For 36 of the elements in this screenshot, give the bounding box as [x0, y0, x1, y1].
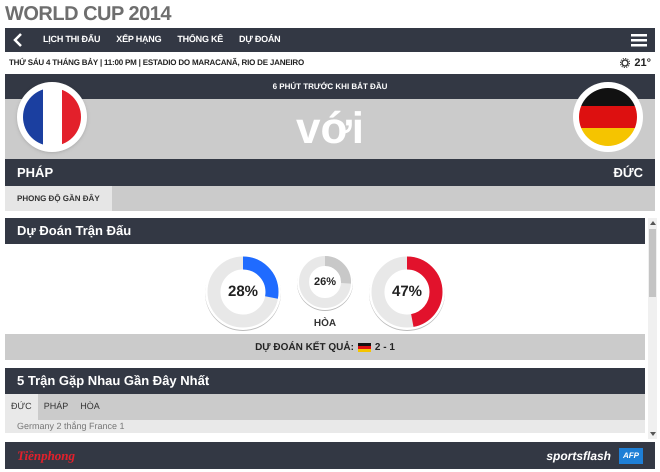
team-name: PHÁP: [17, 164, 54, 182]
percentage: 47%: [390, 282, 424, 302]
section-title: Dự Đoán Trận Đấu: [17, 222, 132, 240]
afp-logo: AFP: [619, 448, 643, 464]
team-tab[interactable]: ĐỨC: [5, 394, 38, 420]
scrollbar-thumb[interactable]: [649, 229, 656, 297]
flag-icon: [358, 342, 371, 352]
nav-link[interactable]: DỰ ĐOÁN: [239, 33, 280, 47]
match-details: THỨ SÁU 4 THÁNG BẢY | 11:00 PM | ESTADIO DO MARACANÃ, RIO DE JANEIRO: [9, 57, 304, 69]
menu-icon[interactable]: [631, 34, 647, 46]
countdown: 6 PHÚT TRƯỚC KHI BẮT ĐẦU: [272, 80, 388, 92]
nav-link[interactable]: LỊCH THI ĐẤU: [43, 33, 100, 47]
result-label: DỰ ĐOÁN KẾT QUẢ:: [255, 340, 354, 354]
form-tab[interactable]: PHONG ĐỘ GẦN ĐÂY: [5, 186, 112, 211]
match-result: Germany 2 thắng France 1: [17, 420, 125, 433]
team-name: ĐỨC: [613, 164, 643, 182]
newspaper-logo: Tiềnphong: [17, 446, 76, 465]
nav-link[interactable]: THỐNG KÊ: [177, 33, 224, 47]
scroll-up-icon[interactable]: [650, 221, 656, 225]
percentage: 28%: [226, 282, 260, 302]
team-tab[interactable]: PHÁP: [38, 394, 74, 420]
weather-icon: [620, 58, 630, 68]
sportsflash-logo: sportsflash: [546, 448, 611, 464]
nav-link[interactable]: XẾP HẠNG: [116, 33, 162, 47]
temperature: 21°: [634, 56, 651, 71]
team-tab[interactable]: HÒA: [74, 394, 106, 420]
flag-icon: [17, 82, 87, 152]
back-icon[interactable]: [13, 33, 23, 47]
page-title: WORLD CUP 2014: [4, 2, 172, 27]
section-title: 5 Trận Gặp Nhau Gần Đây Nhất: [17, 372, 210, 390]
scrollbar[interactable]: [648, 218, 657, 439]
scroll-down-icon[interactable]: [650, 432, 656, 436]
draw-caption: HÒA: [314, 316, 336, 331]
result-score: 2 - 1: [374, 340, 395, 354]
flag-icon: [573, 82, 643, 152]
percentage: 26%: [312, 274, 338, 290]
